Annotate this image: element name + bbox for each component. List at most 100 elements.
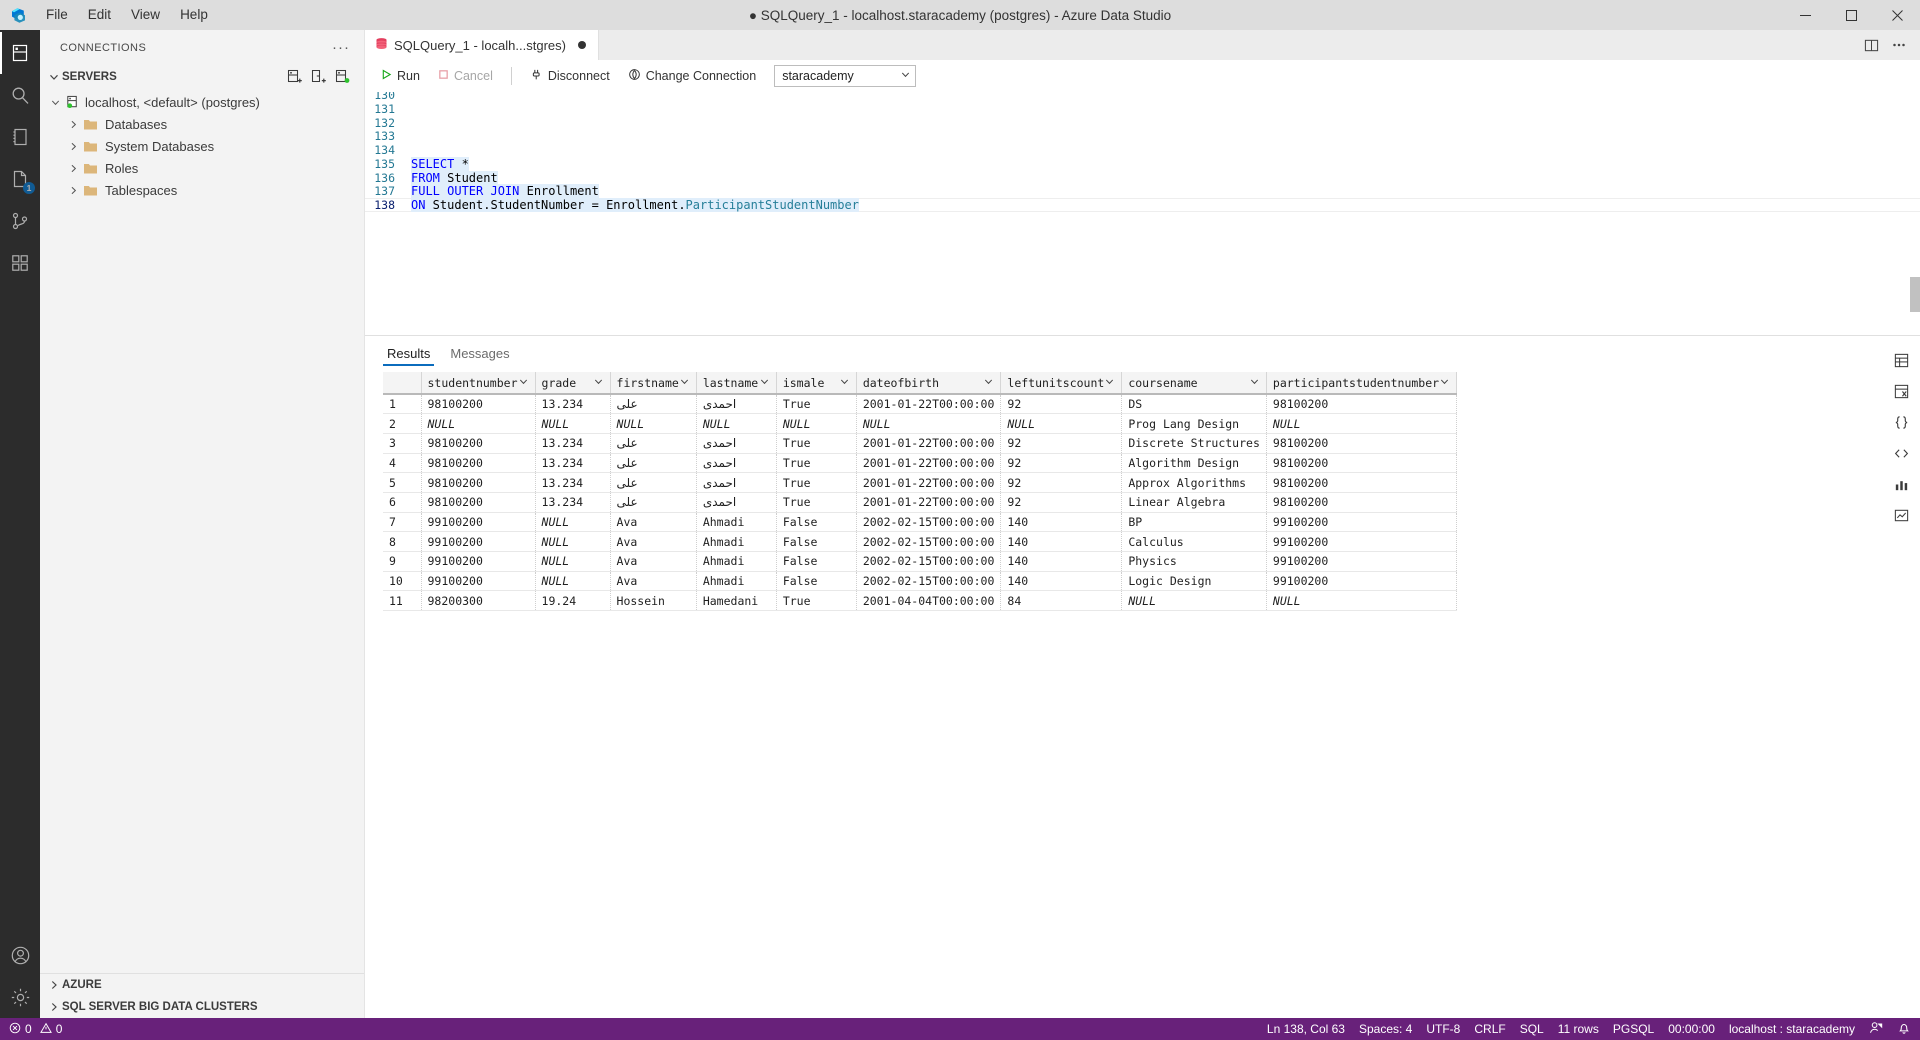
chevron-down-icon[interactable]: [679, 376, 690, 390]
table-cell[interactable]: 92: [1001, 433, 1122, 453]
table-cell[interactable]: 2002-02-15T00:00:00: [856, 571, 1001, 591]
sql-code-editor[interactable]: 130 131 132 133 134: [365, 92, 1920, 335]
table-cell[interactable]: 2001-01-22T00:00:00: [856, 433, 1001, 453]
table-cell[interactable]: علی: [610, 394, 696, 414]
table-cell[interactable]: 2002-02-15T00:00:00: [856, 552, 1001, 572]
tab-sqlquery-1[interactable]: SQLQuery_1 - localh...stgres): [365, 30, 599, 60]
status-eol[interactable]: CRLF: [1467, 1018, 1512, 1040]
table-row[interactable]: 49810020013.234علیاحمدیTrue2001-01-22T00…: [383, 453, 1457, 473]
table-cell[interactable]: 98200300: [421, 591, 535, 611]
table-row[interactable]: 999100200NULLAvaAhmadiFalse2002-02-15T00…: [383, 552, 1457, 572]
table-cell[interactable]: 92: [1001, 473, 1122, 493]
table-cell[interactable]: Ava: [610, 552, 696, 572]
table-cell[interactable]: True: [776, 492, 856, 512]
status-encoding[interactable]: UTF-8: [1419, 1018, 1467, 1040]
status-language-mode[interactable]: SQL: [1513, 1018, 1551, 1040]
change-connection-button[interactable]: Change Connection: [620, 65, 765, 87]
table-cell[interactable]: 98100200: [1266, 492, 1456, 512]
table-cell[interactable]: Ahmadi: [696, 512, 776, 532]
table-cell[interactable]: Algorithm Design: [1122, 453, 1267, 473]
table-cell[interactable]: Ava: [610, 512, 696, 532]
table-cell[interactable]: Ava: [610, 571, 696, 591]
tree-item-databases[interactable]: Databases: [40, 113, 364, 135]
table-cell[interactable]: 99100200: [1266, 532, 1456, 552]
activity-item-search[interactable]: [0, 74, 40, 116]
activity-item-accounts[interactable]: [0, 934, 40, 976]
table-cell[interactable]: False: [776, 571, 856, 591]
table-row[interactable]: 69810020013.234علیاحمدیTrue2001-01-22T00…: [383, 492, 1457, 512]
column-header-dateofbirth[interactable]: dateofbirth: [856, 372, 1001, 394]
table-cell[interactable]: 98100200: [421, 453, 535, 473]
chart-icon[interactable]: [1890, 474, 1912, 494]
minimize-button[interactable]: [1782, 0, 1828, 30]
table-cell[interactable]: 92: [1001, 453, 1122, 473]
table-cell[interactable]: 99100200: [421, 512, 535, 532]
table-row[interactable]: 19810020013.234علیاحمدیTrue2001-01-22T00…: [383, 394, 1457, 414]
sidebar-section-azure[interactable]: AZURE: [40, 974, 364, 996]
table-cell[interactable]: 98100200: [421, 433, 535, 453]
table-row[interactable]: 899100200NULLAvaAhmadiFalse2002-02-15T00…: [383, 532, 1457, 552]
table-cell[interactable]: احمدی: [696, 394, 776, 414]
status-cursor-position[interactable]: Ln 138, Col 63: [1260, 1018, 1352, 1040]
table-row[interactable]: 799100200NULLAvaAhmadiFalse2002-02-15T00…: [383, 512, 1457, 532]
activity-item-settings[interactable]: [0, 976, 40, 1018]
sidebar-section-servers[interactable]: SERVERS: [40, 65, 364, 89]
table-cell[interactable]: 99100200: [1266, 552, 1456, 572]
database-select[interactable]: staracademy: [774, 65, 916, 87]
column-header-ismale[interactable]: ismale: [776, 372, 856, 394]
table-cell[interactable]: 99100200: [421, 552, 535, 572]
table-cell[interactable]: 98100200: [421, 492, 535, 512]
close-button[interactable]: [1874, 0, 1920, 30]
table-cell[interactable]: Linear Algebra: [1122, 492, 1267, 512]
tab-messages[interactable]: Messages: [446, 346, 513, 366]
table-cell[interactable]: Hossein: [610, 591, 696, 611]
table-cell[interactable]: Prog Lang Design: [1122, 414, 1267, 434]
table-cell[interactable]: احمدی: [696, 492, 776, 512]
table-cell[interactable]: 98100200: [421, 473, 535, 493]
menu-help[interactable]: Help: [170, 0, 218, 30]
table-cell[interactable]: NULL: [610, 414, 696, 434]
table-cell[interactable]: علی: [610, 433, 696, 453]
table-cell[interactable]: NULL: [535, 571, 610, 591]
table-cell[interactable]: True: [776, 473, 856, 493]
table-cell[interactable]: NULL: [856, 414, 1001, 434]
table-cell[interactable]: علی: [610, 492, 696, 512]
table-cell[interactable]: احمدی: [696, 473, 776, 493]
activity-item-source-control[interactable]: [0, 200, 40, 242]
chevron-down-icon[interactable]: [1249, 376, 1260, 390]
table-cell[interactable]: 140: [1001, 552, 1122, 572]
table-cell[interactable]: False: [776, 552, 856, 572]
table-cell[interactable]: 99100200: [1266, 512, 1456, 532]
table-cell[interactable]: 92: [1001, 492, 1122, 512]
table-cell[interactable]: احمدی: [696, 433, 776, 453]
activity-item-servers[interactable]: [0, 32, 40, 74]
table-cell[interactable]: 2001-01-22T00:00:00: [856, 473, 1001, 493]
table-cell[interactable]: NULL: [535, 414, 610, 434]
menu-file[interactable]: File: [36, 0, 78, 30]
table-cell[interactable]: 140: [1001, 532, 1122, 552]
table-cell[interactable]: NULL: [421, 414, 535, 434]
table-cell[interactable]: Approx Algorithms: [1122, 473, 1267, 493]
chevron-down-icon[interactable]: [983, 376, 994, 390]
table-row[interactable]: 59810020013.234علیاحمدیTrue2001-01-22T00…: [383, 473, 1457, 493]
sidebar-section-big-data-clusters[interactable]: SQL SERVER BIG DATA CLUSTERS: [40, 996, 364, 1018]
table-cell[interactable]: 2001-01-22T00:00:00: [856, 492, 1001, 512]
save-as-excel-icon[interactable]: [1890, 381, 1912, 401]
chevron-down-icon[interactable]: [759, 376, 770, 390]
menu-view[interactable]: View: [121, 0, 170, 30]
table-cell[interactable]: علی: [610, 453, 696, 473]
column-header-participantstudentnumber[interactable]: participantstudentnumber: [1266, 372, 1456, 394]
table-cell[interactable]: 98100200: [1266, 394, 1456, 414]
table-cell[interactable]: Ahmadi: [696, 532, 776, 552]
column-header-grade[interactable]: grade: [535, 372, 610, 394]
status-feedback[interactable]: [1862, 1018, 1890, 1040]
save-as-json-icon[interactable]: [1890, 412, 1912, 432]
new-server-group-icon[interactable]: [308, 67, 328, 87]
table-cell[interactable]: NULL: [776, 414, 856, 434]
table-cell[interactable]: 98100200: [421, 394, 535, 414]
more-actions-icon[interactable]: [1886, 30, 1912, 60]
table-row[interactable]: 39810020013.234علیاحمدیTrue2001-01-22T00…: [383, 433, 1457, 453]
table-cell[interactable]: Ava: [610, 532, 696, 552]
chevron-down-icon[interactable]: [1439, 376, 1450, 390]
table-cell[interactable]: Physics: [1122, 552, 1267, 572]
